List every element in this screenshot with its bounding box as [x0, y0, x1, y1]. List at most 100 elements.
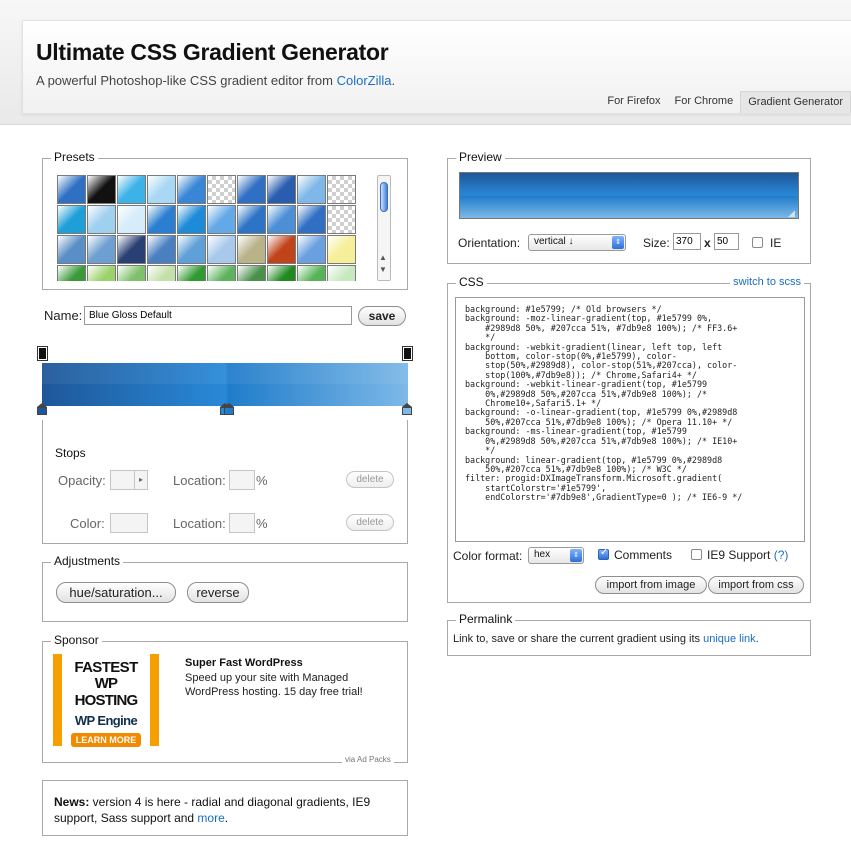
news-suffix: .	[224, 811, 229, 825]
preset-swatch[interactable]	[297, 265, 326, 281]
unique-link[interactable]: unique link	[703, 633, 756, 645]
select-arrows-icon: ⇕	[570, 549, 582, 562]
preset-swatch[interactable]	[267, 235, 296, 264]
preset-swatch[interactable]	[207, 205, 236, 234]
preset-swatch[interactable]	[297, 235, 326, 264]
sponsor-body: Speed up your site with Managed WordPres…	[185, 672, 363, 698]
preset-swatch[interactable]	[267, 265, 296, 281]
gradient-bar[interactable]	[42, 363, 408, 406]
scroll-down-icon[interactable]: ▼	[379, 266, 387, 274]
colorzilla-link[interactable]: ColorZilla	[337, 73, 392, 88]
gradient-name-input[interactable]	[84, 306, 352, 325]
stops-legend: Stops	[55, 446, 86, 460]
preset-swatch[interactable]	[117, 235, 146, 264]
news-panel: News: version 4 is here - radial and dia…	[42, 780, 408, 836]
preset-swatch[interactable]	[297, 205, 326, 234]
orientation-label: Orientation:	[458, 236, 521, 250]
preset-swatch[interactable]	[327, 175, 356, 204]
opacity-location-input[interactable]	[229, 470, 255, 490]
hue-saturation-button[interactable]: hue/saturation...	[56, 582, 176, 603]
color-format-label: Color format:	[453, 549, 523, 563]
css-code-output[interactable]: background: #1e5799; /* Old browsers */ …	[455, 297, 805, 542]
ie-checkbox[interactable]	[752, 237, 763, 248]
preset-swatch[interactable]	[177, 235, 206, 264]
preset-swatch-grid	[57, 175, 367, 281]
switch-to-scss-link[interactable]: switch to scss	[730, 276, 804, 288]
preset-swatch[interactable]	[237, 265, 266, 281]
color-stop-0[interactable]	[37, 403, 47, 415]
preset-swatch[interactable]	[237, 235, 266, 264]
preset-swatch[interactable]	[237, 205, 266, 234]
preset-swatch[interactable]	[207, 265, 236, 281]
ie9-help-link[interactable]: (?)	[774, 548, 789, 562]
import-from-css-button[interactable]: import from css	[708, 576, 804, 594]
preset-swatch[interactable]	[327, 265, 356, 281]
preview-resize-icon[interactable]: ◢	[788, 208, 795, 219]
nav-gradient-generator[interactable]: Gradient Generator	[740, 91, 851, 113]
preset-swatch[interactable]	[267, 205, 296, 234]
delete-opacity-stop-button[interactable]: delete	[346, 471, 394, 488]
preset-swatch[interactable]	[57, 175, 86, 204]
comments-checkbox[interactable]	[598, 547, 609, 560]
learn-more-button[interactable]: LEARN MORE	[70, 733, 142, 747]
opacity-input[interactable]: ▸	[110, 470, 148, 490]
preset-swatch[interactable]	[117, 205, 146, 234]
color-location-input[interactable]	[229, 513, 255, 533]
preset-swatch[interactable]	[207, 175, 236, 204]
ie-label: IE	[770, 236, 782, 250]
preset-swatch[interactable]	[87, 265, 116, 281]
news-more-link[interactable]: more	[197, 811, 224, 825]
import-from-image-button[interactable]: import from image	[595, 576, 707, 594]
ie9-support-checkbox[interactable]	[691, 549, 702, 560]
sponsor-ad-image[interactable]: FASTEST WP HOSTING WP Engine LEARN MORE	[53, 654, 159, 747]
delete-color-stop-button[interactable]: delete	[346, 514, 394, 531]
preset-swatch[interactable]	[147, 235, 176, 264]
opacity-arrow-icon[interactable]: ▸	[134, 471, 147, 489]
sponsor-legend: Sponsor	[51, 633, 102, 647]
preset-swatch[interactable]	[57, 235, 86, 264]
preset-swatch[interactable]	[57, 265, 86, 281]
preset-swatch[interactable]	[117, 265, 146, 281]
preset-swatch[interactable]	[117, 175, 146, 204]
preset-swatch[interactable]	[87, 235, 116, 264]
reverse-button[interactable]: reverse	[187, 582, 249, 603]
ie9-support-text: IE9 Support (?)	[707, 548, 788, 562]
scroll-up-icon[interactable]: ▲	[379, 254, 387, 262]
sponsor-headline[interactable]: Super Fast WordPress	[185, 657, 303, 669]
nav-for-firefox[interactable]: For Firefox	[600, 91, 667, 113]
preset-swatch[interactable]	[267, 175, 296, 204]
preset-swatch[interactable]	[177, 205, 206, 234]
preset-swatch[interactable]	[147, 265, 176, 281]
presets-scrollbar[interactable]: ▲ ▼	[377, 175, 391, 281]
size-label: Size:	[643, 236, 670, 250]
preset-swatch[interactable]	[57, 205, 86, 234]
permalink-text: Link to, save or share the current gradi…	[453, 633, 759, 645]
nav-for-chrome[interactable]: For Chrome	[668, 91, 741, 113]
opacity-stop-left[interactable]	[37, 346, 48, 361]
preset-swatch[interactable]	[297, 175, 326, 204]
preset-swatch[interactable]	[87, 175, 116, 204]
preset-swatch[interactable]	[177, 265, 206, 281]
preset-swatch[interactable]	[147, 175, 176, 204]
preset-swatch[interactable]	[237, 175, 266, 204]
preset-swatch[interactable]	[147, 205, 176, 234]
color-stop-100[interactable]	[402, 403, 412, 415]
scroll-thumb[interactable]	[380, 182, 388, 212]
preset-swatch[interactable]	[327, 205, 356, 234]
permalink-body: Link to, save or share the current gradi…	[453, 633, 704, 645]
preset-swatch[interactable]	[177, 175, 206, 204]
color-format-select[interactable]: hex ⇕	[528, 547, 584, 564]
orientation-select[interactable]: vertical ↓ ⇕	[528, 234, 626, 251]
save-button[interactable]: save	[358, 306, 406, 326]
color-input[interactable]	[110, 513, 148, 533]
opacity-stop-right[interactable]	[402, 346, 413, 361]
preview-height-input[interactable]	[714, 233, 739, 250]
via-ad-packs-link[interactable]: via Ad Packs	[342, 755, 394, 764]
subtitle-text: A powerful Photoshop-like CSS gradient e…	[36, 73, 337, 88]
orientation-value: vertical ↓	[534, 236, 574, 247]
preset-swatch[interactable]	[87, 205, 116, 234]
preset-swatch[interactable]	[327, 235, 356, 264]
color-stop-51[interactable]	[224, 403, 234, 415]
preview-width-input[interactable]	[673, 233, 701, 250]
preset-swatch[interactable]	[207, 235, 236, 264]
